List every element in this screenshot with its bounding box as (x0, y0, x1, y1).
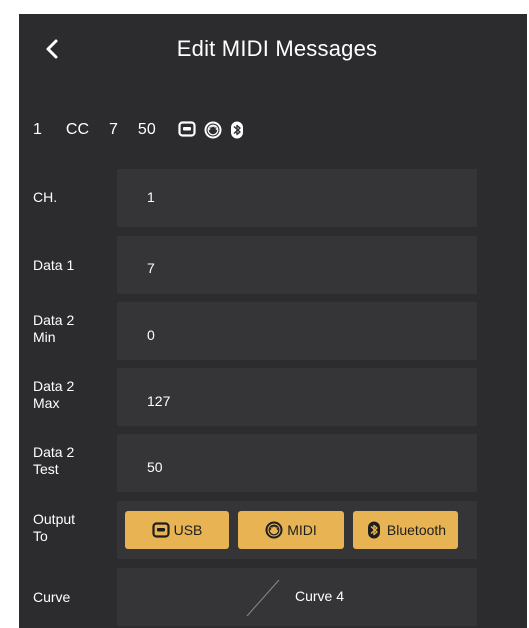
data2-min-label: Data 2 Min (33, 312, 75, 345)
bluetooth-icon (365, 521, 383, 539)
data2-min-field[interactable]: 0 (117, 302, 477, 360)
row-output: Output To USB MIDI Bluetooth (19, 501, 479, 559)
summary-type: CC (65, 121, 90, 138)
data2-min-value: 0 (147, 327, 155, 343)
curve-field[interactable]: Curve 4 (117, 568, 477, 626)
row-data2-min: Data 2 Min 0 (19, 302, 479, 360)
usb-button-label: USB (173, 522, 203, 538)
channel-field[interactable]: 1 (117, 169, 477, 227)
row-data2-test: Data 2 Test 50 (19, 434, 479, 492)
app-screen: Edit MIDI Messages 1 CC 7 50 CH. 1 Data … (19, 14, 527, 628)
summary-value: 50 (137, 121, 156, 138)
data2-test-label: Data 2 Test (33, 444, 75, 477)
row-data1: Data 1 7 (19, 236, 479, 294)
channel-label: CH. (33, 189, 58, 205)
page-title: Edit MIDI Messages (176, 36, 378, 61)
bluetooth-button[interactable]: Bluetooth (353, 511, 458, 549)
data2-max-value: 127 (147, 393, 171, 409)
data2-max-label: Data 2 Max (33, 378, 75, 411)
midi-button[interactable]: MIDI (238, 511, 344, 549)
bluetooth-icon (230, 121, 248, 139)
midi-din-icon (204, 121, 222, 139)
curve-label: Curve (33, 589, 71, 605)
row-curve: Curve Curve 4 (19, 568, 479, 626)
data1-label: Data 1 (33, 257, 75, 273)
midi-din-icon (265, 521, 283, 539)
usb-icon (178, 121, 196, 139)
summary-channel: 1 (33, 121, 42, 138)
message-summary: 1 CC 7 50 (33, 118, 256, 142)
channel-value: 1 (147, 189, 155, 205)
output-label: Output To (33, 511, 76, 544)
usb-icon (151, 521, 170, 539)
data2-test-field[interactable]: 50 (117, 434, 477, 492)
data2-max-field[interactable]: 127 (117, 368, 477, 426)
output-field: USB MIDI Bluetooth (117, 501, 477, 559)
data2-test-value: 50 (147, 459, 163, 475)
curve-preview-icon (246, 579, 280, 617)
row-data2-max: Data 2 Max 127 (19, 368, 479, 426)
usb-button[interactable]: USB (125, 511, 229, 549)
data1-value: 7 (147, 260, 155, 276)
summary-data1: 7 (109, 121, 118, 138)
row-channel: CH. 1 (19, 169, 479, 227)
bluetooth-button-label: Bluetooth (386, 522, 447, 538)
midi-button-label: MIDI (287, 522, 317, 538)
header: Edit MIDI Messages (19, 14, 527, 86)
curve-value: Curve 4 (295, 588, 345, 604)
data1-field[interactable]: 7 (117, 236, 477, 294)
